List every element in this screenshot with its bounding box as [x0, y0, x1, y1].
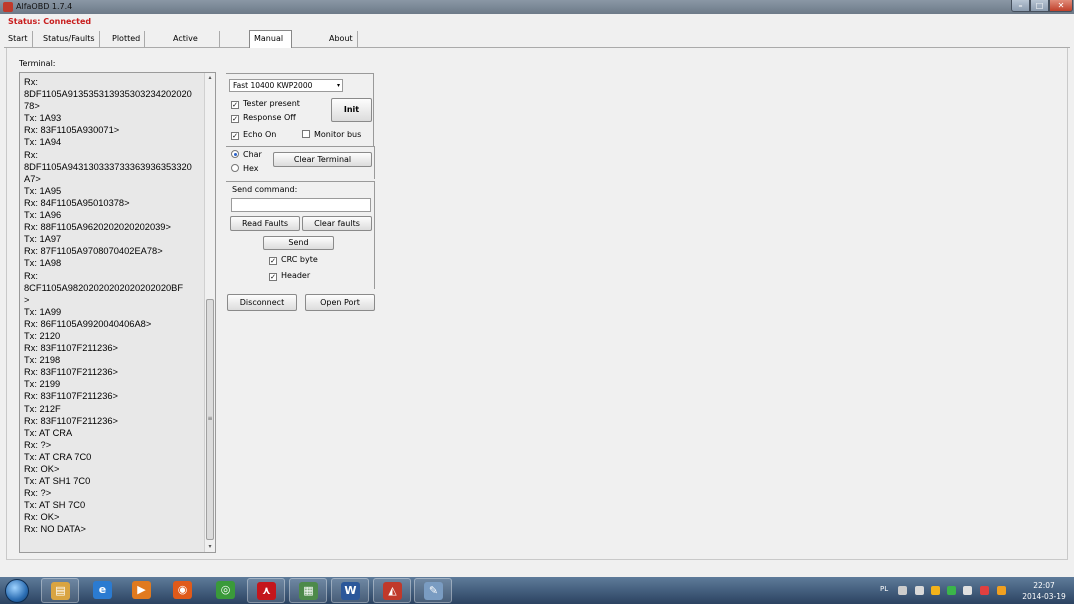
response-off-checkbox[interactable]: ✓ Response Off — [231, 113, 296, 123]
chrome-icon: ◎ — [216, 581, 235, 599]
remote-app-icon: ▦ — [299, 582, 318, 600]
echo-on-label: Echo On — [243, 130, 277, 139]
taskbar-explorer-button[interactable]: ▤ — [41, 578, 79, 603]
battery-icon[interactable] — [963, 586, 972, 595]
flag-icon[interactable] — [915, 586, 924, 595]
header-checkbox[interactable]: ✓ Header — [269, 271, 310, 281]
taskbar-word-button[interactable]: W — [331, 578, 369, 603]
media-player-icon: ▶ — [132, 581, 151, 599]
minimize-button[interactable]: – — [1011, 0, 1030, 12]
start-button[interactable] — [5, 579, 29, 603]
taskbar-firefox-button[interactable]: ◉ — [164, 578, 202, 603]
taskbar-alfaobd-button[interactable]: ◭ — [373, 578, 411, 603]
monitor-bus-check-icon — [302, 130, 310, 138]
network-icon[interactable] — [947, 586, 956, 595]
terminal-output[interactable]: Rx: 8DF1105A913535313935303234202020 78>… — [19, 72, 216, 553]
clock-date[interactable]: 2014-03-19 — [1017, 592, 1071, 601]
scrollbar-thumb[interactable]: ≡ — [206, 299, 214, 540]
tab-status-faults[interactable]: Status/Faults — [39, 31, 100, 48]
close-button[interactable]: ✕ — [1049, 0, 1073, 12]
taskbar-remote-app-button[interactable]: ▦ — [289, 578, 327, 603]
tester-present-checkbox[interactable]: ✓ Tester present — [231, 99, 300, 109]
alfaobd-icon: ◭ — [383, 582, 402, 600]
char-radio[interactable]: Char — [231, 150, 262, 159]
hex-radio[interactable]: Hex — [231, 164, 259, 173]
clock-time[interactable]: 22:07 — [1022, 581, 1066, 590]
firefox-icon: ◉ — [173, 581, 192, 599]
title-bar: AlfaOBD 1.7.4 — [0, 0, 1074, 14]
hex-radio-icon — [231, 164, 239, 172]
tab-plotted-data[interactable]: Plotted Data — [108, 31, 146, 59]
echo-on-checkbox[interactable]: ✓ Echo On — [231, 130, 276, 140]
keyboard-icon[interactable] — [898, 586, 907, 595]
internet-explorer-icon: e — [93, 581, 112, 599]
clear-terminal-button[interactable]: Clear Terminal — [273, 152, 372, 167]
clear-faults-button[interactable]: Clear faults — [302, 216, 372, 231]
window-title: AlfaOBD 1.7.4 — [16, 2, 73, 11]
send-command-input[interactable] — [231, 198, 371, 212]
disconnect-button[interactable]: Disconnect — [227, 294, 297, 311]
taskbar-chrome-button[interactable]: ◎ — [207, 578, 245, 603]
monitor-bus-checkbox[interactable]: Monitor bus — [302, 130, 361, 139]
scrollbar-grip-icon: ≡ — [207, 415, 213, 422]
terminal-scrollbar[interactable]: ▴ ≡ ▾ — [204, 73, 215, 552]
dropdown-arrow-icon: ▾ — [336, 82, 340, 89]
tab-active-diagnostic[interactable]: Active Diagnostic — [169, 31, 221, 59]
crc-byte-label: CRC byte — [281, 255, 318, 264]
alert-icon[interactable] — [931, 586, 940, 595]
scroll-down-arrow-icon[interactable]: ▾ — [205, 542, 215, 552]
paint-icon: ✎ — [424, 582, 443, 600]
tab-manual-connect[interactable]: Manual Connect — [249, 30, 293, 59]
char-label: Char — [243, 150, 262, 159]
read-faults-button[interactable]: Read Faults — [230, 216, 300, 231]
taskbar-paint-button[interactable]: ✎ — [414, 578, 452, 603]
response-off-check-icon: ✓ — [231, 115, 239, 123]
open-port-button[interactable]: Open Port — [305, 294, 375, 311]
header-check-icon: ✓ — [269, 273, 277, 281]
taskbar: ▤ e ▶ ◉ ◎ ⋏ ▦ W ◭ ✎ — [0, 577, 1074, 604]
tester-present-label: Tester present — [243, 99, 300, 108]
char-radio-icon — [231, 150, 239, 158]
maximize-button[interactable]: □ — [1030, 0, 1049, 12]
send-command-label: Send command: — [232, 185, 298, 194]
header-label: Header — [281, 271, 311, 280]
scroll-up-arrow-icon[interactable]: ▴ — [205, 73, 215, 83]
protocol-select-value: Fast 10400 KWP2000 — [233, 81, 313, 90]
send-button[interactable]: Send — [263, 236, 334, 250]
echo-on-check-icon: ✓ — [231, 132, 239, 140]
tab-about[interactable]: About — [325, 31, 358, 48]
terminal-text: Rx: 8DF1105A913535313935303234202020 78>… — [24, 77, 192, 535]
crc-byte-checkbox[interactable]: ✓ CRC byte — [269, 255, 318, 265]
acrobat-icon: ⋏ — [257, 582, 276, 600]
hex-label: Hex — [243, 164, 259, 173]
response-off-label: Response Off — [243, 113, 296, 122]
taskbar-media-player-button[interactable]: ▶ — [123, 578, 161, 603]
volume-icon[interactable] — [980, 586, 989, 595]
tray-language[interactable]: PL — [880, 585, 888, 593]
update-icon[interactable] — [997, 586, 1006, 595]
protocol-select[interactable]: Fast 10400 KWP2000 ▾ — [229, 79, 343, 92]
taskbar-internet-explorer-button[interactable]: e — [84, 578, 122, 603]
monitor-bus-label: Monitor bus — [314, 130, 362, 139]
init-button[interactable]: Init — [331, 98, 372, 122]
word-icon: W — [341, 582, 360, 600]
tab-start[interactable]: Start — [4, 31, 33, 48]
terminal-label: Terminal: — [19, 59, 56, 68]
app-icon — [3, 2, 13, 12]
taskbar-acrobat-button[interactable]: ⋏ — [247, 578, 285, 603]
connection-status: Status: Connected — [8, 17, 92, 26]
explorer-icon: ▤ — [51, 582, 70, 600]
crc-byte-check-icon: ✓ — [269, 257, 277, 265]
tester-present-check-icon: ✓ — [231, 101, 239, 109]
